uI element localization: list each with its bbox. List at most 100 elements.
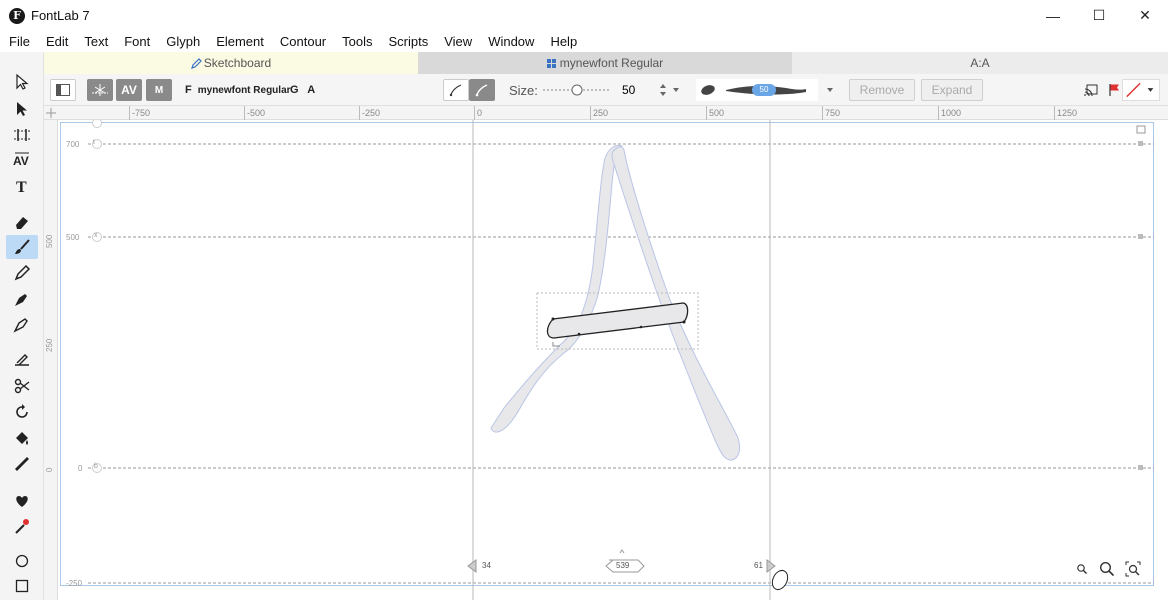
circle-icon	[15, 554, 29, 568]
ascender-value: 700	[66, 140, 80, 149]
menu-tools[interactable]: Tools	[334, 31, 380, 52]
corner-marker	[1136, 125, 1146, 134]
size-stepper[interactable]	[618, 79, 668, 101]
corner-tool[interactable]	[8, 348, 36, 372]
font-info[interactable]: F mynewfont Regular	[185, 79, 291, 101]
rapid-tool[interactable]	[8, 312, 36, 336]
zone-marker	[92, 120, 102, 128]
tab-label: mynewfont Regular	[559, 56, 664, 70]
stroke-color-selector[interactable]	[1122, 79, 1160, 101]
ruler-tick: -250	[358, 106, 381, 120]
ruler-tick: 250	[45, 338, 54, 352]
eyedropper-icon	[15, 519, 29, 534]
measure-tool[interactable]	[8, 452, 36, 476]
menu-help[interactable]: Help	[542, 31, 585, 52]
tab-glyph-window[interactable]: A:A	[792, 52, 1168, 74]
nodes-icon	[87, 79, 113, 101]
zoom-fit-icon[interactable]	[1125, 561, 1141, 577]
ruler-tick: 250	[589, 106, 609, 120]
minimize-button[interactable]: —	[1030, 0, 1076, 31]
contour-tool[interactable]	[8, 70, 36, 94]
brush-preset-preview[interactable]: 50	[696, 79, 818, 101]
pencil-icon	[190, 57, 202, 69]
left-stem-stroke	[490, 145, 624, 433]
brush-tool[interactable]	[6, 235, 38, 259]
brush-preset-dropdown[interactable]	[824, 79, 836, 101]
menu-scripts[interactable]: Scripts	[381, 31, 437, 52]
remove-button[interactable]: Remove	[849, 79, 915, 101]
menu-file[interactable]: File	[0, 31, 38, 52]
menu-contour[interactable]: Contour	[272, 31, 334, 52]
tab-font-window[interactable]: mynewfont Regular	[418, 52, 792, 74]
menu-window[interactable]: Window	[480, 31, 542, 52]
lock-marker	[1138, 465, 1143, 470]
expand-button[interactable]: Expand	[921, 79, 983, 101]
pen-tool[interactable]	[8, 287, 36, 311]
baseline-marker: b	[94, 463, 98, 470]
menu-text[interactable]: Text	[76, 31, 116, 52]
vertical-ruler[interactable]: 500 250 0	[44, 120, 58, 600]
brush-mode-outline-button[interactable]	[443, 79, 469, 101]
shape-tool[interactable]	[8, 488, 36, 512]
glyph-selector[interactable]: G A	[290, 79, 318, 101]
menu-element[interactable]: Element	[208, 31, 272, 52]
square-icon	[15, 579, 29, 593]
rotate-tool[interactable]	[8, 400, 36, 424]
eraser-tool[interactable]	[8, 210, 36, 234]
maximize-button[interactable]: ☐	[1076, 0, 1122, 31]
show-nodes-button[interactable]	[87, 79, 113, 101]
menu-font[interactable]: Font	[116, 31, 158, 52]
ruler-tick: 500	[45, 234, 54, 248]
size-dropdown[interactable]	[670, 79, 682, 101]
metrics-tool[interactable]	[8, 123, 36, 147]
menu-glyph[interactable]: Glyph	[158, 31, 208, 52]
font-name: mynewfont Regular	[197, 84, 291, 96]
no-stroke-icon	[1126, 82, 1154, 98]
element-tool[interactable]	[8, 97, 36, 121]
tab-sketchboard[interactable]: Sketchboard	[44, 52, 418, 74]
zoom-in-icon[interactable]	[1099, 561, 1115, 577]
kerning-tool[interactable]: AV	[8, 148, 36, 172]
flag-button[interactable]	[1107, 79, 1121, 101]
lsb-value[interactable]: 34	[482, 561, 491, 570]
show-masters-button[interactable]: M	[146, 79, 172, 101]
glyph-canvas[interactable]: 700 t 500 x 0 b -250 34 539 61	[58, 120, 1168, 600]
brush-stroke-icon	[443, 79, 469, 101]
menu-view[interactable]: View	[436, 31, 480, 52]
horizontal-ruler[interactable]: -750 -500 -250 0 250 500 750 1000 1250	[44, 106, 1168, 120]
fill-tool[interactable]	[8, 426, 36, 450]
brush-mode-pressure-button[interactable]	[469, 79, 495, 101]
knife-tool[interactable]	[8, 374, 36, 398]
remove-label: Remove	[849, 79, 915, 101]
ruler-icon	[15, 457, 29, 471]
menu-edit[interactable]: Edit	[38, 31, 76, 52]
font-icon: F	[185, 84, 192, 96]
stepper-arrows-icon[interactable]	[658, 81, 668, 99]
m-icon: M	[146, 79, 172, 101]
close-button[interactable]: ✕	[1122, 0, 1168, 31]
ascender-marker: t	[93, 139, 95, 146]
xheight-value: 500	[66, 233, 80, 242]
zoom-out-icon[interactable]	[1076, 563, 1088, 575]
sidebar-icon	[50, 79, 76, 101]
rectangle-tool[interactable]	[8, 574, 36, 598]
size-field[interactable]	[618, 80, 658, 100]
size-slider[interactable]	[542, 79, 612, 101]
glyph-drawing	[88, 120, 1154, 600]
toggle-sidebar-button[interactable]	[50, 79, 76, 101]
eyedropper-tool[interactable]	[8, 514, 36, 538]
svg-text:T: T	[16, 179, 27, 195]
rsb-value[interactable]: 61	[754, 561, 763, 570]
cast-button[interactable]	[1084, 79, 1098, 101]
hearts-icon	[16, 496, 28, 507]
advance-value[interactable]: 539	[616, 561, 629, 570]
pencil-tool[interactable]	[8, 261, 36, 285]
pen-nib-icon	[15, 294, 27, 306]
show-metrics-button[interactable]: AV	[116, 79, 142, 101]
metrics-icon	[14, 129, 30, 141]
ruler-tick: 0	[473, 106, 483, 120]
window-controls: — ☐ ✕	[1030, 0, 1168, 31]
chevron-down-icon	[673, 88, 679, 92]
ellipse-tool[interactable]	[8, 549, 36, 573]
text-tool[interactable]: T	[8, 174, 36, 198]
